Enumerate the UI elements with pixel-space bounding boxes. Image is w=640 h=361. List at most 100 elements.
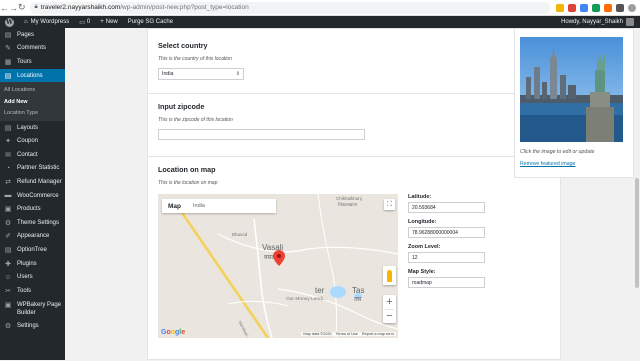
map-heading: Location on map — [158, 165, 550, 174]
sidebar-item-label: Appearance — [17, 233, 49, 239]
sidebar-item-label: Coupon — [17, 138, 38, 144]
map-style-label: Map Style: — [408, 269, 488, 275]
sidebar-item-label: Layouts — [17, 125, 38, 131]
map-section: Location on map This is the location on … — [148, 157, 560, 361]
map-place-chikhalkhanj: Chikhalkhanj — [336, 196, 362, 201]
extension-icon[interactable] — [592, 4, 600, 12]
map-type-region-tab[interactable]: India — [187, 199, 211, 213]
new-label: New — [106, 19, 118, 25]
new-content-link[interactable]: +New — [95, 16, 123, 28]
site-name-link[interactable]: ⌂My Wordpress — [19, 16, 74, 28]
site-name-label: My Wordpress — [31, 19, 70, 25]
map-type-control: Map India — [162, 199, 276, 213]
map-style-input[interactable]: roadmap — [408, 277, 485, 288]
map-place-money-lender: Our Money Lendi... — [286, 297, 327, 302]
theme-settings-icon: ⚙ — [4, 219, 12, 227]
sidebar-item-coupon[interactable]: ✦Coupon — [0, 134, 65, 148]
sidebar-item-label: WooCommerce — [17, 193, 59, 199]
sidebar-item-refund-manager[interactable]: ⇄Refund Manager — [0, 175, 65, 189]
address-bar[interactable]: 🔒︎ traveler2.nayyarshaikh.com/wp-admin/p… — [30, 2, 550, 14]
sidebar-item-tools[interactable]: ✂Tools — [0, 284, 65, 298]
submenu-add-new[interactable]: Add New — [0, 96, 65, 108]
map-place-tas: Tas — [352, 286, 364, 295]
sidebar-item-label: Plugins — [17, 261, 37, 267]
google-map[interactable]: Map India ⛶ Chikhalkhanj चिखलखांज Bhavod… — [158, 194, 398, 338]
sidebar-item-wpbakery[interactable]: ▣ WPBakery PageBuilder — [0, 298, 65, 320]
wp-logo-button[interactable]: W — [0, 16, 19, 28]
comments-link[interactable]: ▭0 — [74, 16, 95, 28]
longitude-input[interactable]: 78.96288000000004 — [408, 227, 485, 238]
locations-icon: ▤ — [4, 72, 12, 80]
plus-icon: + — [100, 19, 104, 25]
extension-icon[interactable] — [568, 4, 576, 12]
map-type-map-tab[interactable]: Map — [162, 199, 187, 213]
purge-cache-link[interactable]: Purge SG Cache — [123, 16, 178, 28]
extension-icon[interactable] — [580, 4, 588, 12]
terms-link[interactable]: Terms of Use — [336, 332, 358, 336]
country-section: Select country This is the country of th… — [148, 29, 560, 94]
refund-manager-icon: ⇄ — [4, 178, 12, 186]
latitude-input[interactable]: 20.593684 — [408, 202, 485, 213]
sidebar-item-comments[interactable]: ✎Comments — [0, 42, 65, 56]
sidebar-item-contact[interactable]: ✉ Contact — [0, 148, 65, 162]
pond-shape — [330, 286, 346, 298]
street-view-pegman-icon[interactable] — [383, 266, 396, 285]
tools-icon: ✂ — [4, 287, 12, 295]
scrollbar-thumb[interactable] — [635, 178, 639, 288]
zoom-level-label: Zoom Level: — [408, 244, 488, 250]
back-icon[interactable]: ← — [0, 1, 9, 15]
submenu-all-locations[interactable]: All Locations — [0, 84, 65, 96]
sidebar-item-woocommerce[interactable]: ▬WooCommerce — [0, 189, 65, 203]
reload-icon[interactable]: ↻ — [18, 1, 26, 15]
sidebar-item-partner-statistic[interactable]: ◔ Partner Statistic — [0, 162, 65, 176]
zoom-control: + − — [383, 295, 396, 323]
profile-icon[interactable] — [628, 4, 636, 12]
browser-toolbar: ← → ↻ 🔒︎ traveler2.nayyarshaikh.com/wp-a… — [0, 0, 640, 16]
url-host: traveler2.nayyarshaikh.com — [41, 4, 120, 11]
sidebar-item-users[interactable]: ☺Users — [0, 270, 65, 284]
products-icon: ▣ — [4, 205, 12, 213]
country-select[interactable]: India ⇕ — [158, 68, 244, 80]
submenu-location-type[interactable]: Location Type — [0, 107, 65, 119]
map-place-bhavod: Bhavod — [232, 232, 247, 237]
sidebar-item-label: Pages — [17, 32, 34, 38]
sidebar-item-theme-settings[interactable]: ⚙ Theme Settings — [0, 216, 65, 230]
sidebar-item-plugins[interactable]: ✚Plugins — [0, 257, 65, 271]
map-roads — [158, 194, 398, 338]
contact-icon: ✉ — [4, 151, 12, 159]
zoom-out-icon[interactable]: − — [385, 309, 394, 323]
sidebar-item-settings[interactable]: ⚙ Settings — [0, 320, 65, 334]
sidebar-item-layouts[interactable]: ▤Layouts — [0, 121, 65, 135]
zoom-level-input[interactable]: 12 — [408, 252, 485, 263]
zoom-in-icon[interactable]: + — [386, 295, 392, 309]
sidebar-item-locations[interactable]: ▤ Locations — [0, 69, 65, 83]
remove-featured-image-link[interactable]: Remove featured image — [520, 161, 628, 167]
google-logo: Google — [161, 329, 185, 336]
sidebar-item-label: Contact — [17, 152, 38, 158]
bookmark-star-icon[interactable] — [556, 4, 564, 12]
sidebar-item-label: Partner Statistic — [17, 165, 59, 171]
report-map-error-link[interactable]: Report a map error — [362, 332, 394, 336]
partner-statistic-icon: ◔ — [4, 164, 12, 172]
sidebar-item-label: Settings — [17, 323, 39, 329]
map-data-credit: Map data ©2020 — [303, 332, 331, 336]
map-pin-icon[interactable] — [273, 250, 285, 266]
extension-icon[interactable] — [604, 4, 612, 12]
admin-sidebar: ▤Pages✎Comments▦Tours ▤ Locations All Lo… — [0, 28, 65, 360]
sidebar-item-tours[interactable]: ▦Tours — [0, 55, 65, 69]
zipcode-section: Input zipcode This is the zipcode of thi… — [148, 94, 560, 157]
sidebar-item-pages[interactable]: ▤Pages — [0, 28, 65, 42]
howdy-label: Howdy, Nayyar_Shaikh — [561, 19, 623, 25]
featured-image[interactable] — [520, 37, 623, 142]
extension-icon[interactable] — [616, 4, 624, 12]
forward-icon[interactable]: → — [9, 1, 18, 15]
fullscreen-icon[interactable]: ⛶ — [384, 199, 395, 210]
zipcode-input[interactable] — [158, 129, 365, 140]
sidebar-item-products[interactable]: ▣Products — [0, 202, 65, 216]
sidebar-item-appearance[interactable]: ✐Appearance — [0, 230, 65, 244]
page-scrollbar[interactable] — [634, 28, 640, 360]
sidebar-item-optiontree[interactable]: ▤OptionTree — [0, 243, 65, 257]
sidebar-item-label: Theme Settings — [17, 220, 59, 226]
location-details-panel: Select country This is the country of th… — [147, 28, 561, 360]
my-account-menu[interactable]: Howdy, Nayyar_Shaikh — [561, 18, 640, 26]
